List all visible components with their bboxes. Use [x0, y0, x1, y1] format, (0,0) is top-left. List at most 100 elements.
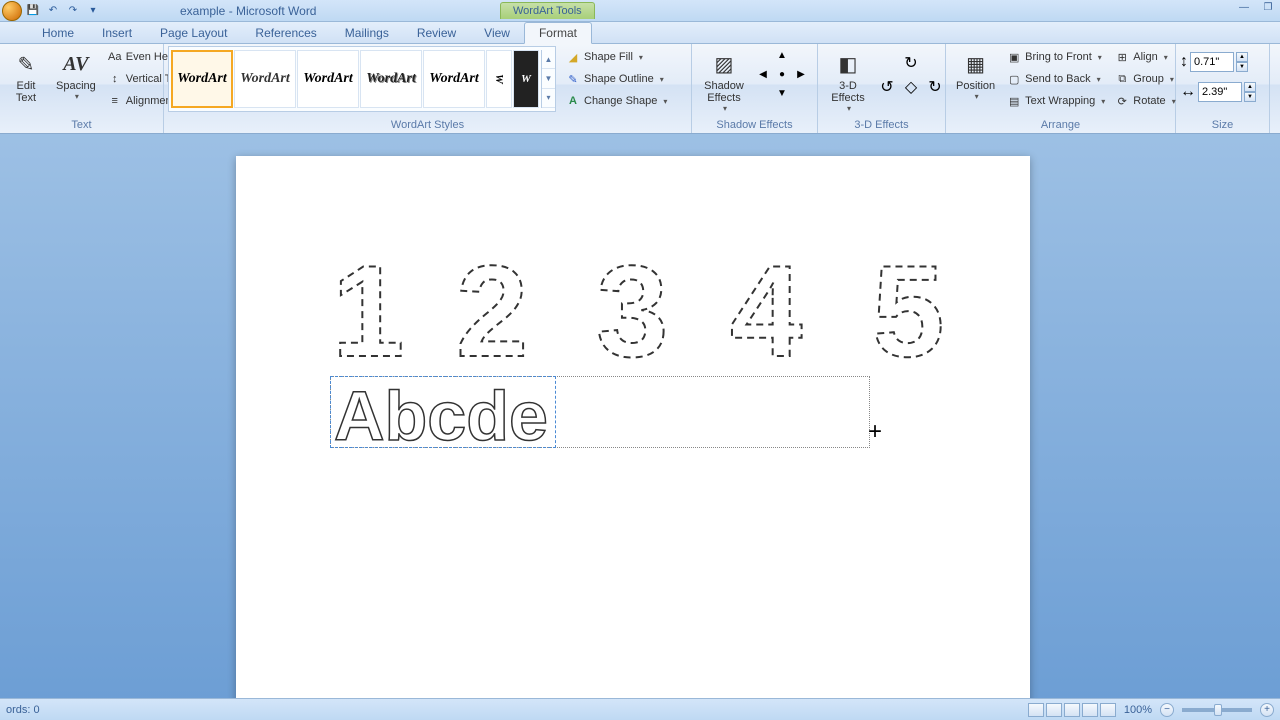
contextual-tab-title: WordArt Tools	[500, 2, 595, 19]
group-shadow: ▨ Shadow Effects ▲ ◀●▶ ▼ Shadow Effects	[692, 44, 818, 133]
height-up[interactable]: ▲	[1236, 52, 1248, 62]
nudge-up-icon[interactable]: ▲	[773, 50, 791, 68]
nudge-right-icon[interactable]: ▶	[792, 69, 810, 87]
zoom-thumb[interactable]	[1214, 704, 1222, 716]
group-styles-label: WordArt Styles	[168, 117, 687, 133]
gallery-item-4[interactable]: WordArt	[360, 50, 422, 108]
num-5: 5	[872, 238, 944, 384]
width-down[interactable]: ▼	[1244, 92, 1256, 102]
title-bar: 💾 ↶ ↷ ▾ example - Microsoft Word WordArt…	[0, 0, 1280, 22]
tilt-center-icon[interactable]: ◇	[900, 76, 922, 98]
tilt-left-icon[interactable]: ↺	[876, 76, 898, 98]
gallery-item-2[interactable]: WordArt	[234, 50, 296, 108]
gallery-item-1[interactable]: WordArt	[171, 50, 233, 108]
position-button[interactable]: ▦ Position	[950, 46, 1001, 103]
width-input[interactable]	[1198, 82, 1242, 102]
tab-references[interactable]: References	[241, 23, 330, 43]
num-1: 1	[332, 238, 404, 384]
num-4: 4	[730, 238, 802, 384]
zoom-level[interactable]: 100%	[1124, 704, 1152, 716]
minimize-button[interactable]: —	[1236, 2, 1252, 16]
tab-view[interactable]: View	[470, 23, 524, 43]
gallery-more-icon[interactable]: ▾	[542, 89, 555, 108]
view-full-screen[interactable]	[1046, 703, 1062, 717]
group-arrange: ▦ Position ▣Bring to Front ▢Send to Back…	[946, 44, 1176, 133]
maximize-button[interactable]: ❐	[1260, 2, 1276, 16]
nudge-left-icon[interactable]: ◀	[754, 69, 772, 87]
bring-to-front-button[interactable]: ▣Bring to Front	[1003, 46, 1109, 68]
tab-format[interactable]: Format	[524, 22, 592, 44]
tab-page-layout[interactable]: Page Layout	[146, 23, 241, 43]
qat-dropdown-icon[interactable]: ▾	[84, 2, 102, 20]
office-button[interactable]	[2, 1, 22, 21]
ribbon: ✎ Edit Text AV Spacing AaEven Height ↕Ve…	[0, 44, 1280, 134]
tab-insert[interactable]: Insert	[88, 23, 146, 43]
gallery-item-3[interactable]: WordArt	[297, 50, 359, 108]
group-icon: ⧉	[1115, 72, 1129, 86]
position-icon: ▦	[960, 48, 992, 80]
save-icon[interactable]: 💾	[24, 2, 42, 20]
send-to-back-button[interactable]: ▢Send to Back	[1003, 68, 1109, 90]
tilt-up-icon[interactable]: ↻	[900, 52, 922, 74]
spacing-button[interactable]: AV Spacing	[50, 46, 102, 103]
quick-access-toolbar: 💾 ↶ ↷ ▾	[0, 1, 102, 21]
view-web-layout[interactable]	[1064, 703, 1080, 717]
num-2: 2	[456, 238, 528, 384]
even-height-icon: Aa	[108, 50, 122, 64]
alignment-icon: ≡	[108, 94, 122, 108]
bring-front-icon: ▣	[1007, 50, 1021, 64]
view-print-layout[interactable]	[1028, 703, 1044, 717]
group-size: ↕ ▲▼ ↔ ▲▼ Size	[1176, 44, 1270, 133]
gallery-scroll: ▲ ▼ ▾	[541, 50, 555, 108]
group-shadow-label: Shadow Effects	[696, 117, 813, 133]
gallery-item-6[interactable]: W	[486, 50, 512, 108]
nudge-center-icon[interactable]: ●	[773, 69, 791, 87]
zoom-in-button[interactable]: +	[1260, 703, 1274, 717]
tilt-right-icon[interactable]: ↻	[924, 76, 946, 98]
shadow-nudge: ▲ ◀●▶ ▼	[754, 50, 810, 106]
shadow-effects-button[interactable]: ▨ Shadow Effects	[696, 46, 752, 115]
gallery-up-icon[interactable]: ▲	[542, 50, 555, 69]
align-button[interactable]: ⊞Align	[1111, 46, 1179, 68]
height-icon: ↕	[1180, 53, 1188, 71]
spacing-label: Spacing	[56, 80, 96, 92]
word-count[interactable]: ords: 0	[6, 704, 40, 716]
tab-home[interactable]: Home	[28, 23, 88, 43]
shape-fill-button[interactable]: ◢Shape Fill	[562, 46, 671, 68]
edit-text-icon: ✎	[10, 48, 42, 80]
align-icon: ⊞	[1115, 50, 1129, 64]
view-outline[interactable]	[1082, 703, 1098, 717]
height-down[interactable]: ▼	[1236, 62, 1248, 72]
gallery-item-5[interactable]: WordArt	[423, 50, 485, 108]
tab-mailings[interactable]: Mailings	[331, 23, 403, 43]
document-area[interactable]: 1 2 3 4 5 Abcde +	[0, 134, 1280, 698]
change-shape-button[interactable]: AChange Shape	[562, 90, 671, 112]
rotate-button[interactable]: ⟳Rotate	[1111, 90, 1179, 112]
status-bar: ords: 0 100% − +	[0, 698, 1280, 720]
gallery-down-icon[interactable]: ▼	[542, 69, 555, 88]
undo-icon[interactable]: ↶	[44, 2, 62, 20]
width-up[interactable]: ▲	[1244, 82, 1256, 92]
height-input[interactable]	[1190, 52, 1234, 72]
wordart-gallery: WordArt WordArt WordArt WordArt WordArt …	[168, 46, 556, 112]
shadow-label: Shadow Effects	[702, 80, 746, 104]
window-title: example - Microsoft Word	[180, 4, 316, 18]
height-row: ↕ ▲▼	[1180, 50, 1256, 74]
shape-outline-button[interactable]: ✎Shape Outline	[562, 68, 671, 90]
nudge-down-icon[interactable]: ▼	[773, 88, 791, 106]
rotate-icon: ⟳	[1115, 94, 1129, 108]
zoom-slider[interactable]	[1182, 708, 1252, 712]
tab-review[interactable]: Review	[403, 23, 470, 43]
change-shape-icon: A	[566, 94, 580, 108]
gallery-item-7[interactable]: W	[513, 50, 539, 108]
zoom-out-button[interactable]: −	[1160, 703, 1174, 717]
vertical-text-icon: ↕	[108, 72, 122, 86]
group-button[interactable]: ⧉Group	[1111, 68, 1179, 90]
view-draft[interactable]	[1100, 703, 1116, 717]
fill-icon: ◢	[566, 50, 580, 64]
3d-effects-button[interactable]: ◧ 3-D Effects	[822, 46, 874, 115]
redo-icon[interactable]: ↷	[64, 2, 82, 20]
text-wrapping-button[interactable]: ▤Text Wrapping	[1003, 90, 1109, 112]
edit-text-button[interactable]: ✎ Edit Text	[4, 46, 48, 106]
wordart-letters[interactable]: Abcde	[334, 378, 634, 458]
